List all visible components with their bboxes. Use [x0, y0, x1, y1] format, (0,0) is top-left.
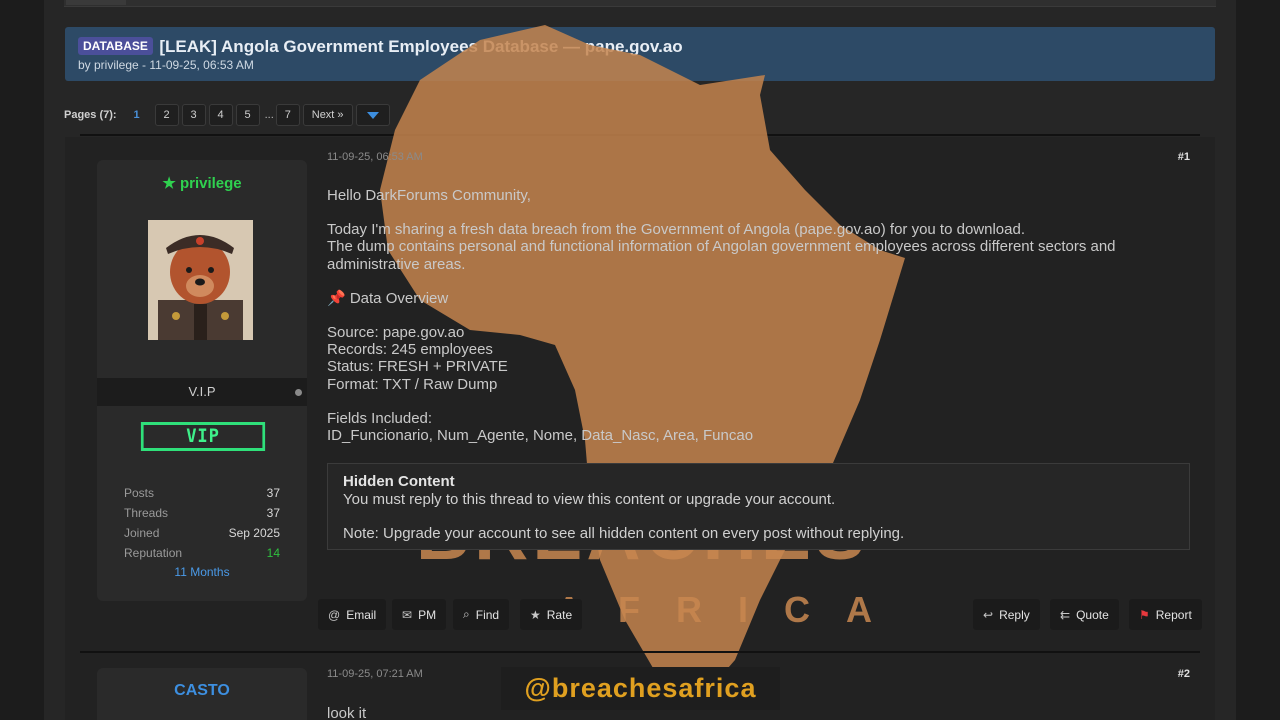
- hidden-content-box: Hidden Content You must reply to this th…: [327, 463, 1190, 550]
- flag-icon: ⚑: [1139, 607, 1150, 622]
- stat-posts: Posts 37: [124, 486, 280, 500]
- page-link-3[interactable]: 3: [181, 104, 206, 126]
- hidden-content-title: Hidden Content: [343, 473, 455, 490]
- usergroup-label: V.I.P: [188, 384, 216, 399]
- email-button-label: Email: [346, 607, 377, 622]
- stat-reputation: Reputation 14: [124, 546, 280, 560]
- reply-all-icon: ⇇: [1060, 607, 1071, 622]
- top-strip: [64, 0, 1216, 7]
- page-link-5[interactable]: 5: [235, 104, 260, 126]
- offline-status-icon: [295, 389, 302, 396]
- at-icon: @: [328, 607, 341, 622]
- stat-reputation-label: Reputation: [124, 546, 183, 560]
- report-button-label: Report: [1155, 607, 1192, 622]
- author-name-row: ★ privilege: [97, 160, 307, 192]
- post-source: Source: pape.gov.ao: [327, 324, 465, 342]
- post2-number-link[interactable]: #2: [1178, 668, 1190, 680]
- quote-button-label: Quote: [1076, 607, 1109, 622]
- post-fields: ID_Funcionario, Num_Agente, Nome, Data_N…: [327, 427, 754, 445]
- stat-posts-label: Posts: [124, 486, 155, 500]
- stat-threads-label: Threads: [124, 506, 169, 520]
- star-icon: ★: [162, 175, 176, 192]
- stat-joined-label: Joined: [124, 526, 160, 540]
- avatar[interactable]: [148, 220, 253, 340]
- post-status: Status: FRESH + PRIVATE: [327, 358, 508, 376]
- posts-divider-top: [80, 134, 1200, 136]
- post-records: Records: 245 employees: [327, 341, 493, 359]
- post-intro-1: Today I'm sharing a fresh data breach fr…: [327, 221, 1025, 239]
- page-next-link[interactable]: Next »: [302, 104, 353, 126]
- post-date: 11-09-25, 06:53 AM: [327, 151, 423, 163]
- reply-button[interactable]: ↩ Reply: [973, 599, 1040, 630]
- search-icon: ⌕: [463, 607, 470, 621]
- post2-date: 11-09-25, 07:21 AM: [327, 668, 423, 680]
- chevron-down-icon: [366, 111, 379, 119]
- post-greeting: Hello DarkForums Community,: [327, 187, 531, 204]
- quote-button[interactable]: ⇇ Quote: [1050, 599, 1119, 630]
- email-button[interactable]: @ Email: [318, 599, 387, 630]
- rate-button[interactable]: ★ Rate: [520, 599, 583, 630]
- pagination-ellipsis: ...: [264, 109, 274, 121]
- thread-header: DATABASE [LEAK] Angola Government Employ…: [65, 27, 1215, 81]
- post-number-link[interactable]: #1: [1178, 151, 1190, 163]
- thread-title: [LEAK] Angola Government Employees Datab…: [159, 37, 683, 56]
- post-intro-2: The dump contains personal and functiona…: [327, 238, 1116, 273]
- post-overview-heading: 📌 Data Overview: [327, 289, 449, 307]
- stat-joined-value: Sep 2025: [228, 526, 280, 540]
- post2-author-name[interactable]: CASTO: [174, 682, 230, 699]
- pm-button-label: PM: [418, 607, 437, 622]
- page-current: 1: [133, 109, 140, 121]
- membership-duration: 11 Months: [174, 565, 230, 579]
- pm-button[interactable]: ✉ PM: [392, 599, 447, 630]
- post-author-panel: ★ privilege V.I.P VIP Posts 37 Threads 3…: [97, 160, 307, 601]
- usergroup-bar: V.I.P: [97, 378, 307, 406]
- page-link-last[interactable]: 7: [275, 104, 300, 126]
- post2-author-panel: CASTO: [97, 668, 307, 720]
- reply-arrow-icon: ↩: [983, 607, 994, 622]
- report-button[interactable]: ⚑ Report: [1129, 599, 1202, 630]
- author-name[interactable]: privilege: [180, 175, 242, 192]
- top-tab[interactable]: [66, 0, 126, 5]
- page-link-2[interactable]: 2: [154, 104, 179, 126]
- vip-badge: VIP: [140, 422, 266, 451]
- hidden-content-message: You must reply to this thread to view th…: [343, 490, 836, 508]
- rate-button-label: Rate: [546, 607, 573, 622]
- envelope-icon: ✉: [402, 607, 413, 622]
- page-link-4[interactable]: 4: [208, 104, 233, 126]
- page-jump-button[interactable]: [355, 104, 390, 126]
- posts-divider: [80, 651, 1200, 653]
- post-body: Hello DarkForums Community, Today I'm sh…: [327, 187, 1187, 444]
- stat-posts-value: 37: [266, 486, 280, 500]
- post-format: Format: TXT / Raw Dump: [327, 375, 498, 393]
- stat-reputation-value[interactable]: 14: [267, 546, 280, 560]
- stat-threads: Threads 37: [124, 506, 280, 520]
- thread-prefix-badge[interactable]: DATABASE: [78, 37, 153, 55]
- thread-meta: by privilege - 11-09-25, 06:53 AM: [78, 58, 254, 72]
- post-fields-label: Fields Included:: [327, 409, 433, 427]
- pagination-label: Pages (7):: [64, 109, 117, 121]
- watermark-handle: @breachesafrica: [501, 667, 780, 710]
- watermark-subtitle: AFRICA: [556, 589, 908, 630]
- stat-joined: Joined Sep 2025: [124, 526, 280, 540]
- stat-threads-value: 37: [266, 506, 280, 520]
- pagination: Pages (7): 1 2 3 4 5 ... 7 Next »: [64, 104, 390, 126]
- reply-button-label: Reply: [999, 607, 1030, 622]
- hidden-content-note: Note: Upgrade your account to see all hi…: [343, 525, 905, 542]
- find-button-label: Find: [475, 607, 500, 622]
- star-icon: ★: [530, 607, 541, 622]
- find-button[interactable]: ⌕ Find: [453, 599, 510, 630]
